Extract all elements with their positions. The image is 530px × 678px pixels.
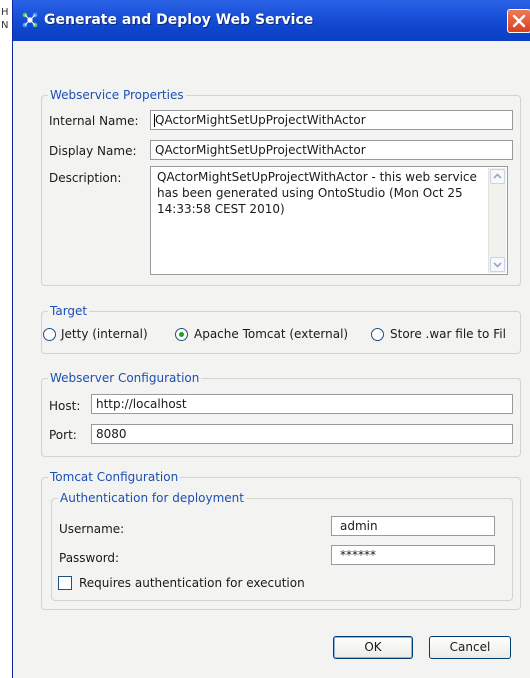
radio-apache-tomcat-label[interactable]: Apache Tomcat (external) [194, 327, 348, 341]
requires-auth-checkbox[interactable] [58, 576, 72, 590]
cancel-button[interactable]: Cancel [429, 636, 511, 659]
requires-auth-label[interactable]: Requires authentication for execution [79, 576, 305, 590]
title-bar[interactable]: Generate and Deploy Web Service [13, 0, 530, 41]
port-input[interactable]: 8080 [91, 424, 513, 444]
radio-store-war[interactable] [371, 328, 384, 341]
username-input[interactable]: admin [331, 516, 495, 536]
close-button[interactable] [507, 9, 530, 33]
description-scrollbar[interactable] [488, 168, 506, 273]
window-title: Generate and Deploy Web Service [44, 12, 314, 28]
radio-store-war-label[interactable]: Store .war file to Fil [390, 327, 506, 341]
chevron-up-icon [493, 173, 502, 179]
description-label: Description: [49, 171, 122, 185]
radio-jetty[interactable] [43, 328, 56, 341]
host-label: Host: [49, 399, 81, 413]
authentication-legend: Authentication for deployment [60, 491, 244, 505]
description-textarea[interactable]: QActorMightSetUpProjectWithActor - this … [150, 166, 508, 275]
display-name-label: Display Name: [49, 144, 137, 158]
background-text-fragment: N [1, 20, 9, 31]
background-text-fragment: H [1, 7, 9, 18]
chevron-down-icon [493, 262, 502, 268]
webservice-properties-legend: Webservice Properties [50, 88, 184, 102]
port-label: Port: [49, 428, 77, 442]
ok-button[interactable]: OK [333, 636, 413, 659]
internal-name-input[interactable]: QActorMightSetUpProjectWithActor [150, 110, 513, 130]
description-text: QActorMightSetUpProjectWithActor - this … [157, 170, 477, 216]
radio-jetty-label[interactable]: Jetty (internal) [61, 327, 148, 341]
dialog-window: Generate and Deploy Web Service Webservi… [12, 0, 530, 678]
close-icon [512, 14, 526, 28]
password-label: Password: [59, 551, 120, 565]
display-name-input[interactable]: QActorMightSetUpProjectWithActor [150, 140, 513, 160]
app-network-icon [22, 12, 38, 28]
host-input[interactable]: http://localhost [91, 394, 513, 414]
scroll-down-button[interactable] [490, 257, 505, 272]
webserver-configuration-legend: Webserver Configuration [50, 371, 200, 385]
scroll-up-button[interactable] [490, 169, 505, 184]
target-legend: Target [50, 304, 88, 318]
password-input[interactable]: ****** [331, 545, 495, 565]
internal-name-label: Internal Name: [49, 114, 139, 128]
tomcat-configuration-legend: Tomcat Configuration [50, 470, 179, 484]
webserver-configuration-group: Webserver Configuration [41, 371, 521, 457]
radio-apache-tomcat[interactable] [175, 328, 188, 341]
username-label: Username: [59, 522, 125, 536]
